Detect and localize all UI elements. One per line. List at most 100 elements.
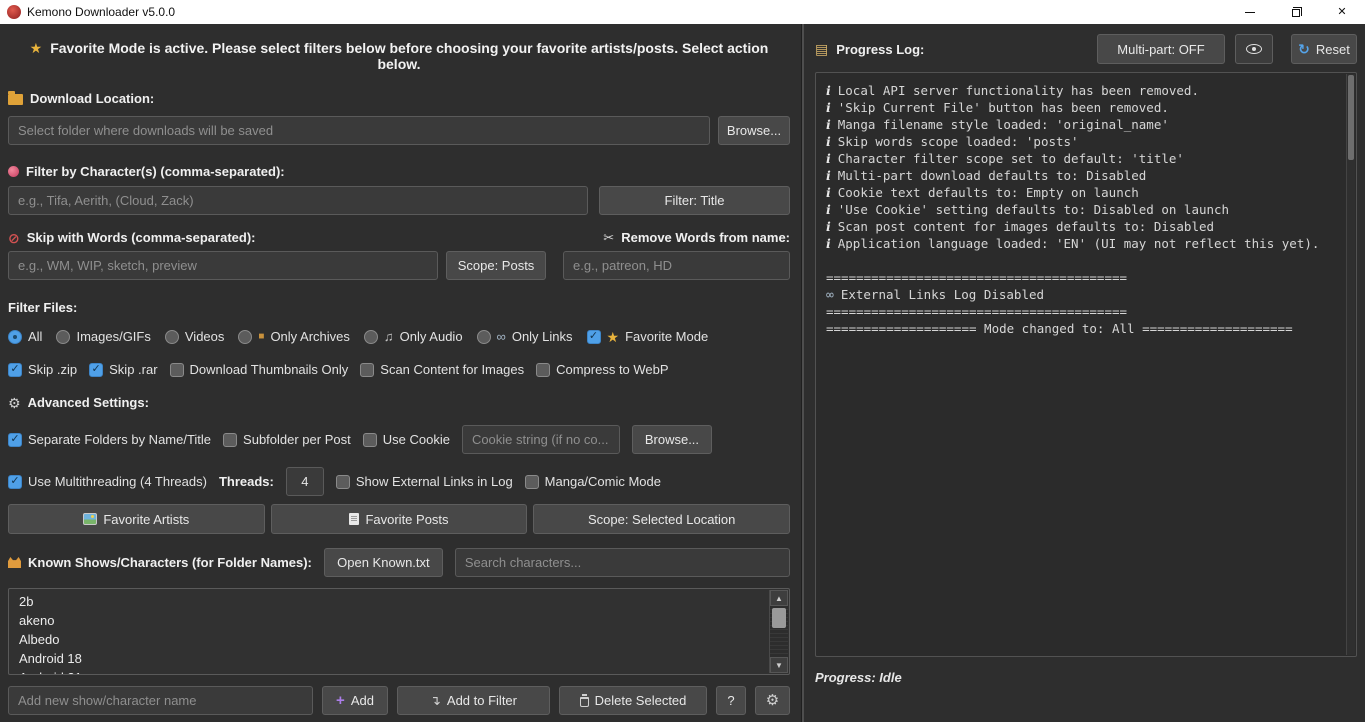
log-line: iCookie text defaults to: Empty on launc… [826, 184, 1346, 201]
log-line [826, 252, 1346, 269]
scroll-up-button[interactable]: ▲ [770, 590, 788, 606]
character-filter-scope-button[interactable]: Filter: Title [599, 186, 790, 215]
log-line: iSkip words scope loaded: 'posts' [826, 133, 1346, 150]
help-button[interactable]: ? [716, 686, 746, 715]
remove-words-label-row: ✂ Remove Words from name: [603, 230, 790, 245]
character-search-input[interactable] [455, 548, 790, 577]
multipart-toggle-button[interactable]: Multi-part: OFF [1097, 34, 1225, 64]
cookie-string-input[interactable] [462, 425, 620, 454]
no-entry-icon: ⊘ [8, 231, 20, 245]
minimize-button[interactable] [1227, 0, 1273, 24]
add-to-filter-button[interactable]: ↴ Add to Filter [397, 686, 550, 715]
panel-splitter[interactable] [798, 24, 807, 722]
list-scrollbar-track[interactable] [770, 606, 788, 657]
skip-scope-button[interactable]: Scope: Posts [446, 251, 546, 280]
eye-button[interactable] [1235, 34, 1273, 64]
archive-icon: ■ [258, 332, 264, 342]
character-list[interactable]: 2bakenoAlbedoAndroid 18Android 21 ▲ ▼ [8, 588, 790, 675]
checkbox-scan-content[interactable]: Scan Content for Images [360, 362, 524, 377]
checkbox-download-thumbnails[interactable]: Download Thumbnails Only [170, 362, 349, 377]
plus-icon: + [336, 693, 345, 708]
filter-files-label: Filter Files: [8, 300, 77, 315]
radio-label: Only Audio [400, 329, 463, 344]
remove-words-input[interactable] [563, 251, 790, 280]
info-icon: i [826, 219, 831, 234]
checkbox-box [587, 330, 601, 344]
threads-row: Use Multithreading (4 Threads) Threads: … [8, 467, 790, 496]
checkbox-label: Scan Content for Images [380, 362, 524, 377]
scroll-down-button[interactable]: ▼ [770, 657, 788, 673]
filter-files-label-row: Filter Files: [8, 300, 790, 315]
checkbox-skip-rar[interactable]: Skip .rar [89, 362, 157, 377]
checkbox-skip-zip[interactable]: Skip .zip [8, 362, 77, 377]
list-item[interactable]: akeno [9, 611, 789, 630]
favorite-artists-button[interactable]: Favorite Artists [8, 504, 265, 534]
link-icon: ∞ [826, 288, 834, 303]
minimize-icon [1245, 12, 1255, 13]
maximize-button[interactable] [1273, 0, 1319, 24]
log-scrollbar-thumb[interactable] [1348, 75, 1354, 160]
checkbox-subfolder-per-post[interactable]: Subfolder per Post [223, 432, 351, 447]
skip-words-input[interactable] [8, 251, 438, 280]
list-item[interactable]: Android 21 [9, 668, 789, 675]
checkbox-label: Download Thumbnails Only [190, 362, 349, 377]
skip-words-label-row: ⊘ Skip with Words (comma-separated): [8, 230, 255, 245]
character-filter-icon [8, 166, 19, 177]
delete-selected-button[interactable]: Delete Selected [559, 686, 707, 715]
radio-images-gifs[interactable]: Images/GIFs [56, 329, 150, 344]
progress-log-output[interactable]: iLocal API server functionality has been… [815, 72, 1357, 657]
threads-input[interactable] [286, 467, 324, 496]
open-known-txt-button[interactable]: Open Known.txt [324, 548, 443, 577]
checkbox-compress-webp[interactable]: Compress to WebP [536, 362, 668, 377]
log-text: Manga filename style loaded: 'original_n… [838, 117, 1169, 132]
link-icon: ∞ [497, 330, 506, 343]
checkbox-label: Manga/Comic Mode [545, 474, 661, 489]
checkbox-show-external-links[interactable]: Show External Links in Log [336, 474, 513, 489]
checkbox-use-cookie[interactable]: Use Cookie [363, 432, 450, 447]
list-scrollbar[interactable]: ▲ ▼ [769, 590, 788, 673]
button-label: Add [351, 693, 374, 708]
known-shows-label-row: Known Shows/Characters (for Folder Names… [8, 555, 312, 570]
browse-cookie-button[interactable]: Browse... [632, 425, 712, 454]
browse-button[interactable]: Browse... [718, 116, 790, 145]
favorite-posts-button[interactable]: Favorite Posts [271, 504, 528, 534]
checkbox-favorite-mode[interactable]: ★ Favorite Mode [587, 329, 709, 344]
add-button[interactable]: + Add [322, 686, 388, 715]
download-scope-button[interactable]: Scope: Selected Location [533, 504, 790, 534]
download-location-input[interactable] [8, 116, 710, 145]
radio-only-audio[interactable]: ♫ Only Audio [364, 329, 463, 344]
radio-only-links[interactable]: ∞ Only Links [477, 329, 573, 344]
character-filter-input[interactable] [8, 186, 588, 215]
log-line: ==================== Mode changed to: Al… [826, 320, 1346, 337]
close-button[interactable]: ✕ [1319, 0, 1365, 24]
window-controls: ✕ [1227, 0, 1365, 24]
reset-button[interactable]: ↻ Reset [1291, 34, 1357, 64]
button-label: Delete Selected [595, 693, 687, 708]
log-scrollbar[interactable] [1346, 74, 1355, 655]
log-lines: iLocal API server functionality has been… [826, 82, 1346, 337]
star-icon: ★ [607, 330, 620, 344]
advanced-settings-label: Advanced Settings: [28, 395, 149, 410]
settings-button[interactable]: ⚙ [755, 686, 790, 715]
list-scrollbar-thumb[interactable] [772, 608, 786, 628]
radio-circle [8, 330, 22, 344]
radio-videos[interactable]: Videos [165, 329, 225, 344]
scissors-icon: ✂ [603, 231, 614, 244]
checkbox-use-multithreading[interactable]: Use Multithreading (4 Threads) [8, 474, 207, 489]
list-item[interactable]: Albedo [9, 630, 789, 649]
checkbox-separate-folders[interactable]: Separate Folders by Name/Title [8, 432, 211, 447]
add-character-input[interactable] [8, 686, 313, 715]
cat-icon [8, 557, 21, 568]
list-item[interactable]: 2b [9, 592, 789, 611]
log-text: Scan post content for images defaults to… [838, 219, 1214, 234]
checkbox-manga-mode[interactable]: Manga/Comic Mode [525, 474, 661, 489]
radio-all[interactable]: All [8, 329, 42, 344]
character-filter-row: Filter: Title [8, 186, 790, 215]
log-header-row: ▤ Progress Log: Multi-part: OFF ↻ Reset [815, 34, 1357, 64]
log-text: 'Use Cookie' setting defaults to: Disabl… [838, 202, 1229, 217]
trash-icon [580, 697, 589, 707]
checkbox-box [170, 363, 184, 377]
button-label: Scope: Selected Location [588, 512, 735, 527]
list-item[interactable]: Android 18 [9, 649, 789, 668]
radio-only-archives[interactable]: ■ Only Archives [238, 329, 350, 344]
